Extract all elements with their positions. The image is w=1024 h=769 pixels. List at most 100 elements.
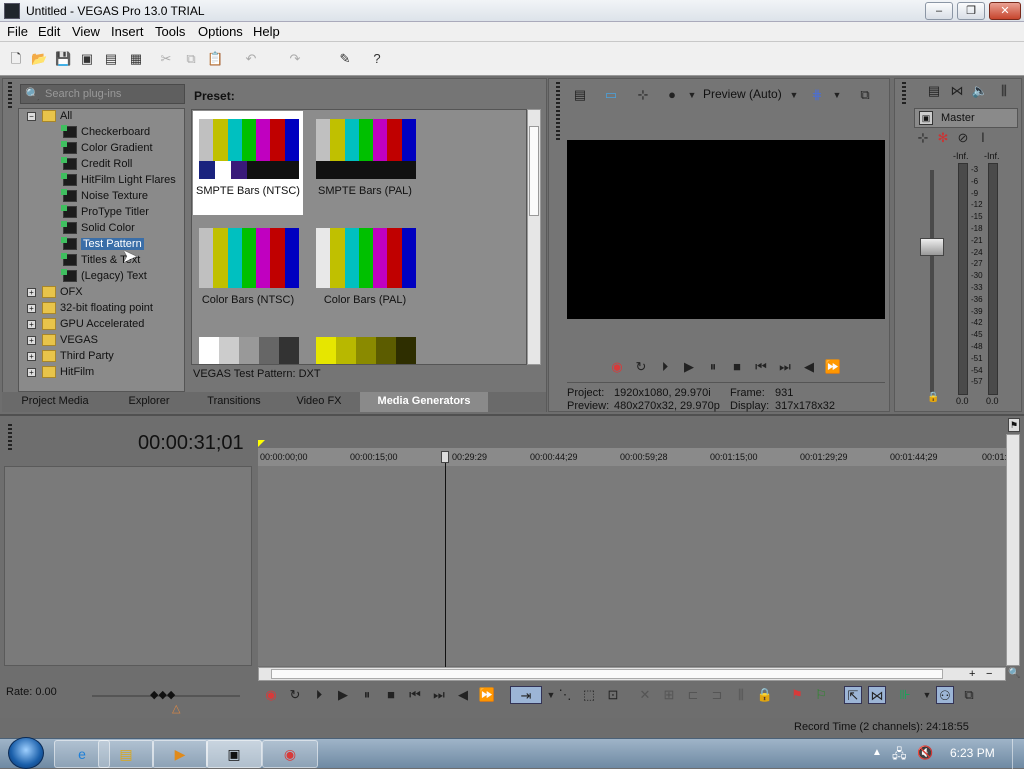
menu-view[interactable]: View [72, 24, 100, 39]
master-checkbox[interactable]: ▣ [919, 111, 933, 125]
clock[interactable]: 6:23 PM [950, 746, 995, 760]
cut-icon[interactable]: ✂ [158, 51, 174, 67]
external-monitor-icon[interactable]: ▭ [602, 86, 620, 104]
tree-item-credit-roll[interactable]: Credit Roll [61, 157, 132, 174]
tree-folder-third-party[interactable]: + Third Party [27, 350, 114, 366]
whats-this-icon[interactable]: ? [369, 51, 385, 67]
menu-edit[interactable]: Edit [38, 24, 60, 39]
preview-quality-dropdown[interactable]: Preview (Auto) [703, 87, 782, 101]
paste-icon[interactable]: 📋 [207, 51, 223, 67]
maximize-button[interactable]: ❐ [957, 2, 985, 20]
previous-frame-icon[interactable]: ◀ [800, 358, 818, 376]
time-ruler[interactable]: 00:00:00;00 00:00:15;00 00:29:29 00:00:4… [258, 448, 1017, 466]
split-dropdown-icon[interactable]: ▼ [683, 86, 701, 104]
chrome-icon[interactable]: ◉ [262, 740, 318, 768]
insert-marker-icon[interactable]: ⚑ [788, 686, 806, 704]
preset-grayscale[interactable] [193, 329, 303, 364]
trim-icon[interactable]: ⊞ [660, 686, 678, 704]
loop-icon[interactable]: ↻ [632, 358, 650, 376]
undo-icon[interactable]: ↶ [243, 51, 259, 67]
ignore-grouping-icon[interactable]: ⧉ [960, 686, 978, 704]
media-player-icon[interactable]: ▶ [152, 740, 208, 768]
hscroll-thumb[interactable] [271, 669, 943, 679]
timeline-grip[interactable] [8, 424, 12, 452]
tree-folder-all[interactable]: − All [27, 110, 72, 126]
menu-tools[interactable]: Tools [155, 24, 185, 39]
lock-envelopes-icon[interactable]: ⚇ [936, 686, 954, 704]
track-header-area[interactable] [4, 466, 252, 666]
ripple-edit-icon[interactable]: ⊪ [896, 686, 914, 704]
split-screen-icon[interactable]: ● [663, 86, 681, 104]
master-fader-handle[interactable] [920, 238, 944, 256]
stop-icon[interactable]: ■ [382, 686, 400, 704]
enable-snapping-icon[interactable]: ⇱ [844, 686, 862, 704]
dim-output-icon[interactable]: 🔈 [971, 82, 989, 100]
start-button[interactable] [8, 737, 44, 769]
tree-folder-hitfilm[interactable]: + HitFilm [27, 366, 94, 382]
timeline-vscroll[interactable] [1006, 434, 1020, 666]
volume-icon[interactable]: 🔇 [917, 745, 933, 761]
preset-yellow-ramp[interactable] [310, 329, 420, 364]
overlays-icon[interactable]: ⋕ [808, 86, 826, 104]
cursor-handle[interactable] [441, 451, 449, 463]
preview-grip[interactable] [556, 82, 560, 142]
preset-smpte-pal[interactable]: SMPTE Bars (PAL) [310, 111, 420, 215]
track-area[interactable] [258, 466, 1006, 666]
tab-explorer[interactable]: Explorer [108, 392, 190, 412]
zoom-edit-icon[interactable]: ⊡ [604, 686, 622, 704]
record-icon[interactable]: ◉ [262, 686, 280, 704]
vegas-pro-icon[interactable]: ▣ [206, 740, 262, 768]
tree-item-hitfilm-light-flares[interactable]: HitFilm Light Flares [61, 173, 176, 190]
tab-transitions[interactable]: Transitions [190, 392, 278, 412]
menu-help[interactable]: Help [253, 24, 280, 39]
zoom-out-icon[interactable]: − [986, 668, 992, 680]
lock-event-icon[interactable]: 🔒 [756, 686, 774, 704]
quality-dropdown-icon[interactable]: ▼ [785, 86, 803, 104]
fx-icon[interactable]: ⊹ [634, 86, 652, 104]
delete-icon[interactable]: ✕ [636, 686, 654, 704]
splitter[interactable] [0, 414, 1024, 416]
mixer-channels-icon[interactable]: ⫼ [995, 82, 1013, 100]
loop-icon[interactable]: ↻ [286, 686, 304, 704]
trim-start-icon[interactable]: ⊏ [684, 686, 702, 704]
minimize-button[interactable]: – [925, 2, 953, 20]
tree-item-color-gradient[interactable]: Color Gradient [61, 141, 153, 158]
show-hidden-icons-icon[interactable]: ▲ [872, 747, 882, 758]
file-explorer-icon[interactable]: ▤ [98, 740, 154, 768]
preset-smpte-ntsc[interactable]: SMPTE Bars (NTSC) [193, 111, 303, 215]
menu-insert[interactable]: Insert [111, 24, 144, 39]
bus-fx-icon[interactable]: ⊹ [914, 129, 932, 147]
video-preview-screen[interactable] [567, 140, 885, 319]
play-icon[interactable]: ▶ [334, 686, 352, 704]
tree-item-legacy-text[interactable]: (Legacy) Text [61, 269, 147, 286]
mute-icon[interactable]: ⊘ [954, 129, 972, 147]
new-file-icon[interactable]: 🗋 [8, 51, 24, 67]
tree-folder-ofx[interactable]: + OFX [27, 286, 83, 302]
tree-item-noise-texture[interactable]: Noise Texture [61, 189, 148, 206]
overlays-dropdown-icon[interactable]: ▼ [828, 86, 846, 104]
close-button[interactable]: ✕ [989, 2, 1021, 20]
solo-icon[interactable]: ǀ [974, 129, 992, 147]
record-icon[interactable]: ◉ [608, 358, 626, 376]
menu-options[interactable]: Options [198, 24, 243, 39]
play-from-start-icon[interactable]: ⏵ [310, 686, 328, 704]
tree-item-checkerboard[interactable]: Checkerboard [61, 125, 150, 142]
zoom-in-icon[interactable]: + [969, 668, 975, 680]
auto-crossfades-icon[interactable]: ⋈ [868, 686, 886, 704]
tree-folder-vegas[interactable]: + VEGAS [27, 334, 98, 350]
preset-color-bars-ntsc[interactable]: Color Bars (NTSC) [193, 220, 303, 324]
tree-folder-32bit[interactable]: +32-bit floating point [27, 302, 153, 318]
save-as-icon[interactable]: ▣ [79, 51, 95, 67]
play-from-start-icon[interactable]: ⏵ [656, 358, 674, 376]
next-frame-icon[interactable]: ⏩ [478, 686, 496, 704]
stop-icon[interactable]: ■ [728, 358, 746, 376]
tree-folder-gpu[interactable]: + GPU Accelerated [27, 318, 144, 334]
split-icon[interactable]: ⫼ [732, 686, 750, 704]
zoom-tool-icon[interactable]: 🔍 [1008, 668, 1020, 679]
envelope-tool-icon[interactable]: ⋱ [556, 686, 574, 704]
render-icon[interactable]: ▤ [103, 51, 119, 67]
search-input[interactable]: 🔍 Search plug-ins [20, 84, 185, 104]
pause-icon[interactable]: ⏸ [358, 686, 376, 704]
show-desktop-button[interactable] [1012, 739, 1024, 769]
previous-frame-icon[interactable]: ◀ [454, 686, 472, 704]
